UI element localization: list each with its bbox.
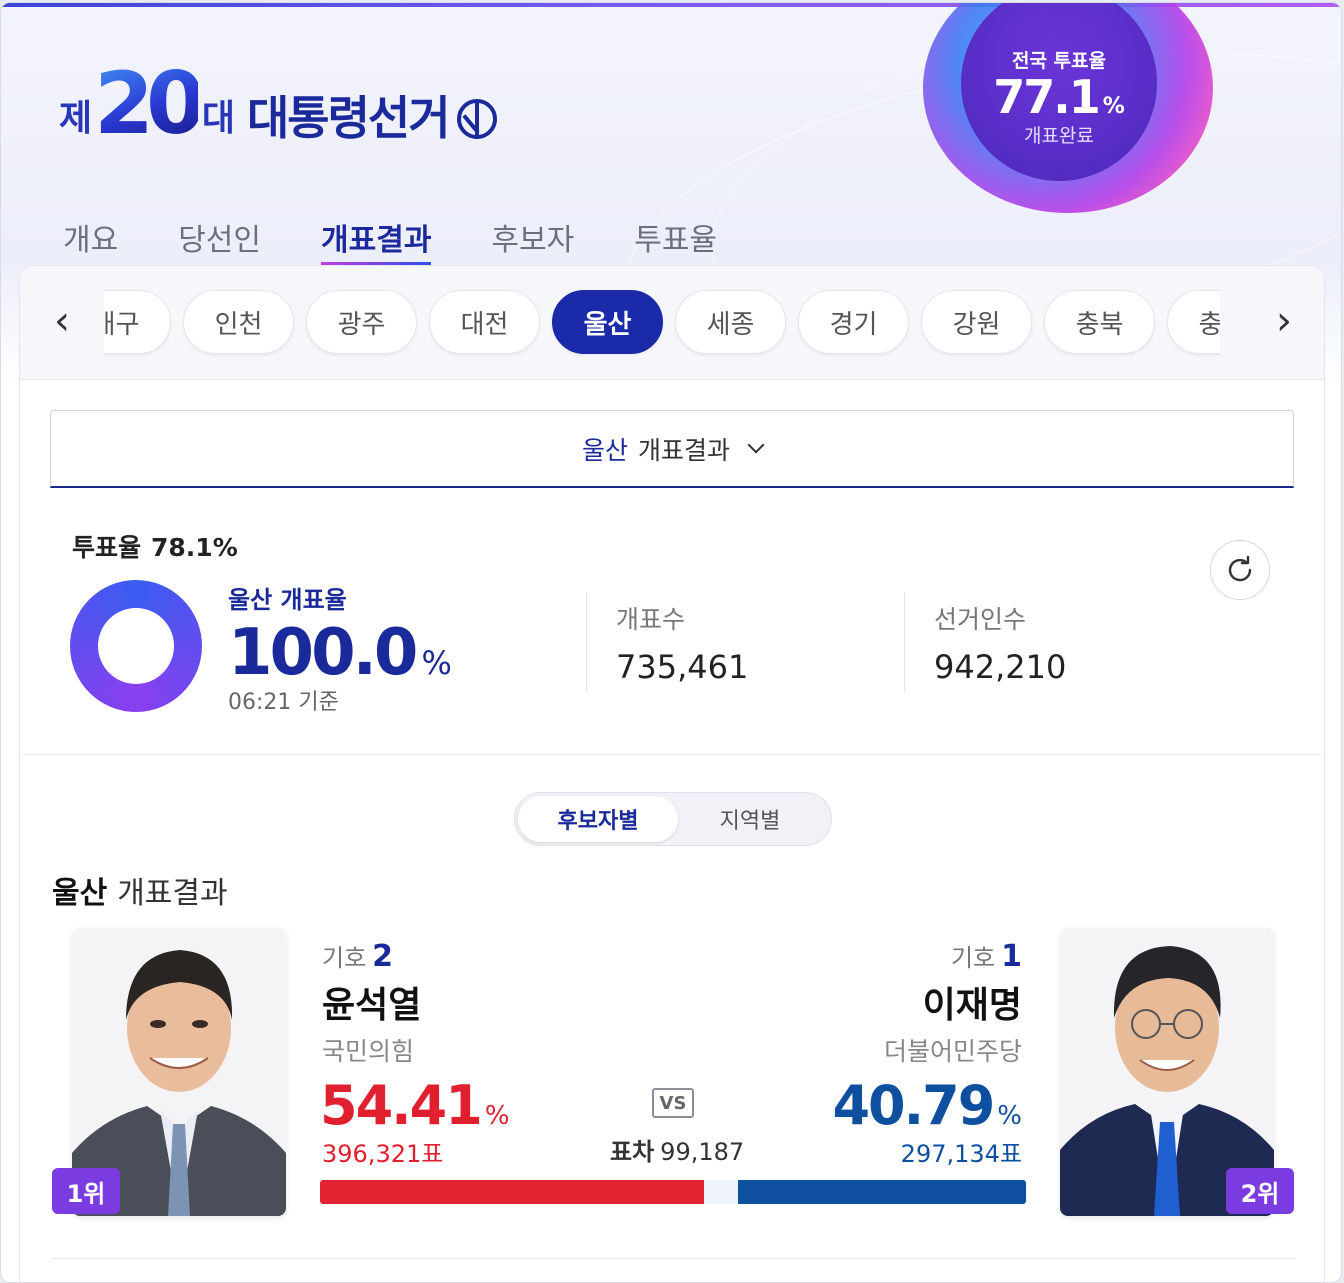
logo-prefix: 제 [59,98,93,139]
chevron-left-icon[interactable]: ‹ [42,298,82,344]
vote-share-segment-yoon [320,1180,705,1204]
tab-overview[interactable]: 개요 [63,215,118,267]
candidate-name: 이재명 [922,985,1022,1026]
count-rate-value: 100.0% [228,616,452,690]
national-count-status: 개표완료 [1024,125,1094,148]
chevron-right-icon[interactable]: › [1264,298,1304,344]
turnout-value: 78.1% [151,533,238,562]
toggle-by-region[interactable]: 지역별 [670,796,830,842]
page: 제 20 대 대통령선거 전국 투표율 77.1% 개표완료 개요 당선인 개표… [0,2,1342,1283]
region-pill-incheon[interactable]: 인천 [183,290,294,354]
national-turnout-value: 77.1% [993,69,1125,124]
region-pill-sejong[interactable]: 세종 [675,290,786,354]
results-card: ‹ 대구 인천 광주 대전 울산 세종 경기 강원 충북 충남 › 울산 개표 [19,265,1325,1282]
candidate-percent-yoon: 54.41% [320,1074,510,1137]
candidate-votes-lee: 297,134표 [900,1140,1022,1168]
count-rate-label: 울산 개표율 [228,586,347,614]
region-turnout: 투표율 78.1% [72,528,238,564]
candidate-symbol: 기호 2 [322,939,394,974]
vote-share-bar [320,1180,1026,1204]
vote-share-segment-lee [738,1180,1026,1204]
stat-divider [904,592,905,692]
region-pill-gyeonggi[interactable]: 경기 [798,290,909,354]
refresh-icon [1228,555,1252,582]
count-timestamp: 06:21 기준 [228,690,339,715]
ballot-mark-icon [456,99,497,139]
tab-results[interactable]: 개표결과 [321,215,432,267]
section-divider [20,754,1324,755]
candidate-party: 국민의힘 [322,1037,415,1066]
vote-margin: 표차 99,187 [610,1138,745,1166]
region-pill-chungbuk[interactable]: 충북 [1044,290,1155,354]
chevron-down-icon [747,436,765,453]
national-turnout-label: 전국 투표율 [1011,49,1106,72]
electorate-value: 942,210 [934,648,1067,686]
electorate-label: 선거인수 [934,605,1027,634]
rank-badge-first: 1위 [52,1168,120,1214]
election-logo[interactable]: 제 20 대 대통령선거 [59,53,497,154]
region-pill-daegu[interactable]: 대구 [104,290,171,354]
candidate-party: 더불어민주당 [883,1037,1022,1066]
counted-votes-value: 735,461 [616,648,749,686]
tab-turnout[interactable]: 투표율 [634,215,717,267]
view-toggle: 후보자별 지역별 [514,792,832,846]
refresh-button[interactable] [1210,540,1270,600]
candidate-percent-lee: 40.79% [832,1074,1022,1137]
dropdown-label: 개표결과 [638,435,731,465]
tab-winner[interactable]: 당선인 [178,215,261,267]
logo-number: 20 [94,53,206,154]
region-pill-chungnam[interactable]: 충남 [1167,290,1220,354]
logo-title: 대통령선거 [246,91,451,145]
turnout-label: 투표율 [72,533,142,562]
candidate-name: 윤석열 [322,985,422,1026]
region-pill-list: 대구 인천 광주 대전 울산 세종 경기 강원 충북 충남 [104,290,1220,356]
region-pill-gangwon[interactable]: 강원 [921,290,1032,354]
vs-badge: VS [652,1088,694,1118]
tab-candidates[interactable]: 후보자 [491,215,574,267]
main-tabs: 개요 당선인 개표결과 후보자 투표율 [63,215,777,267]
counted-votes-label: 개표수 [616,605,686,634]
rank-badge-second: 2위 [1226,1168,1294,1214]
section-divider [52,1258,1294,1259]
stat-divider [586,592,587,692]
logo-suffix: 대 [201,98,235,139]
count-progress-donut [70,580,202,712]
candidate-info-lee: 기호 1 이재명 더불어민주당 [884,938,1022,1068]
result-section-title: 울산 개표결과 [52,876,228,911]
dropdown-region: 울산 [581,435,628,465]
region-pill-gwangju[interactable]: 광주 [306,290,417,354]
candidate-votes-yoon: 396,321표 [322,1140,444,1168]
region-selector-bar: ‹ 대구 인천 광주 대전 울산 세종 경기 강원 충북 충남 › [20,266,1324,380]
region-pill-ulsan[interactable]: 울산 [552,290,663,354]
region-result-dropdown[interactable]: 울산 개표결과 [50,410,1294,488]
candidate-info-yoon: 기호 2 윤석열 국민의힘 [322,938,421,1068]
candidate-symbol: 기호 1 [950,939,1022,974]
region-pill-daejeon[interactable]: 대전 [429,290,540,354]
toggle-by-candidate[interactable]: 후보자별 [518,796,678,842]
